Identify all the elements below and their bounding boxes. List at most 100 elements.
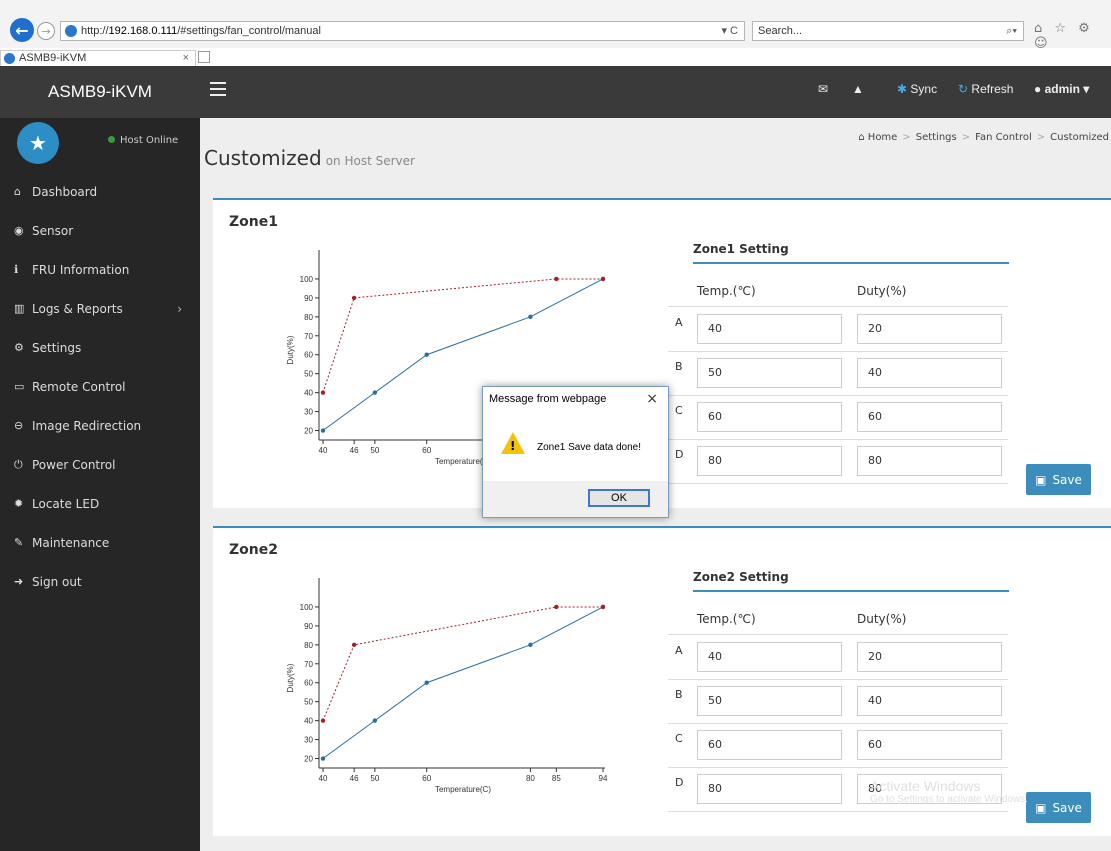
hamburger-menu-icon[interactable] [210,82,226,96]
dialog-footer: OK [483,481,668,517]
sidebar-item-label: Sensor [32,223,74,238]
series-point [351,642,357,648]
breadcrumb: ⌂ Home > Settings > Fan Control > Customized [858,132,1109,143]
sidebar-item-logs-reports[interactable]: ▥ Logs & Reports › [0,289,200,328]
sidebar-item-fru-information[interactable]: ℹ FRU Information [0,250,200,289]
browser-tab[interactable]: ASMB9-iKVM × [0,50,196,66]
temp-input[interactable]: 40 [697,314,842,344]
gear-icon: ⚙ [14,341,24,354]
user-menu[interactable]: ● admin ▾ [1034,82,1089,96]
sidebar-item-label: Image Redirection [32,418,142,433]
duty-input[interactable]: 80 [857,446,1002,476]
sidebar-item-locate-led[interactable]: ✹ Locate LED [0,484,200,523]
new-tab-button[interactable] [198,51,210,63]
address-row: ← → http://192.168.0.111/#settings/fan_c… [0,18,1111,51]
zone-title: Zone2 [229,542,278,558]
sidebar-item-power-control[interactable]: ⏻ Power Control [0,445,200,484]
sidebar-item-label: Dashboard [32,184,98,199]
breadcrumb-fan-control[interactable]: Fan Control [975,132,1032,143]
star-icon: ★ [29,131,47,155]
forward-button[interactable]: → [37,22,55,40]
x-tick-label: 40 [319,774,328,783]
sidebar-item-remote-control[interactable]: ▭ Remote Control [0,367,200,406]
duty-input[interactable]: 20 [857,314,1002,344]
duty-input[interactable]: 40 [857,686,1002,716]
temp-input[interactable]: 80 [697,446,842,476]
duty-input[interactable]: 20 [857,642,1002,672]
breadcrumb-home[interactable]: Home [868,132,898,143]
temp-input[interactable]: 50 [697,358,842,388]
sidebar-item-settings[interactable]: ⚙ Settings [0,328,200,367]
duty-column-header: Duty(%) [857,284,907,298]
close-icon[interactable]: × [646,391,658,407]
refresh-button[interactable]: ↻ Refresh [958,82,1013,96]
chevron-right-icon: › [177,301,182,316]
save-label: Save [1052,472,1082,487]
breadcrumb-customized: Customized [1050,132,1109,143]
address-bar[interactable]: http://192.168.0.111/#settings/fan_contr… [60,21,745,41]
x-tick-label: 60 [422,774,431,783]
temp-input[interactable]: 60 [697,730,842,760]
y-tick-label: 60 [304,679,313,688]
brand-title[interactable]: ASMB9-iKVM [0,66,200,118]
row-letter: A [675,316,683,329]
duty-input[interactable]: 60 [857,402,1002,432]
series-point [600,604,606,610]
envelope-icon[interactable]: ✉ [818,82,828,96]
ok-button[interactable]: OK [588,489,650,507]
close-tab-icon[interactable]: × [183,51,189,65]
y-tick-label: 40 [304,717,313,726]
disk-icon: ⊖ [14,419,24,432]
temp-input[interactable]: 80 [697,774,842,804]
row-divider [668,306,1008,307]
browser-toolbar-icons[interactable]: ⌂ ☆ ⚙ ☺ [1034,21,1111,51]
user-panel: ★ Host Online [0,118,200,172]
series-point [600,276,606,282]
temp-input[interactable]: 50 [697,686,842,716]
temp-input[interactable]: 40 [697,642,842,672]
url-tools[interactable]: ▾ C [721,22,738,40]
sync-button[interactable]: ✱ Sync [897,82,937,96]
bar-chart-icon: ▥ [14,302,25,315]
user-name: admin [1044,82,1080,96]
power-icon: ⏻ [14,457,23,471]
sidebar-item-label: Maintenance [32,535,110,550]
back-button[interactable]: ← [10,18,34,42]
search-input[interactable]: Search... ⌕▾ [752,21,1024,41]
sidebar-item-maintenance[interactable]: ✎ Maintenance [0,523,200,562]
save-button[interactable]: ▣ Save [1026,464,1091,495]
sidebar-item-image-redirection[interactable]: ⊖ Image Redirection [0,406,200,445]
row-divider [668,634,1008,635]
sidebar-item-sign-out[interactable]: ➜ Sign out [0,562,200,601]
temp-input[interactable]: 60 [697,402,842,432]
warning-mark: ! [510,439,516,453]
x-tick-label: 85 [552,774,561,783]
sidebar-item-label: FRU Information [32,262,130,277]
ie-icon [4,53,15,64]
sync-icon: ✱ [897,82,908,96]
temp-column-header: Temp.(℃) [697,284,756,298]
search-icon[interactable]: ⌕▾ [1006,22,1017,40]
sidebar-item-sensor[interactable]: ◉ Sensor [0,211,200,250]
url-path: /#settings/fan_control/manual [177,25,321,37]
duty-input[interactable]: 40 [857,358,1002,388]
signout-icon: ➜ [14,575,24,588]
fan-curve-chart: 20 30 40 50 60 70 80 90 100 40 46 50 60 80 85 94 Tempera… [286,578,608,794]
sidebar-item-label: Logs & Reports [32,301,123,316]
host-status-label: Host Online [120,135,179,146]
url-prefix: http:// [81,25,109,37]
row-letter: A [675,644,683,657]
dialog-title: Message from webpage [489,393,607,405]
x-tick-label: 46 [350,774,359,783]
duty-column-header: Duty(%) [857,612,907,626]
breadcrumb-settings[interactable]: Settings [916,132,957,143]
duty-input[interactable]: 60 [857,730,1002,760]
dialog-message: Zone1 Save data done! [537,442,641,453]
x-tick-label: 46 [350,446,359,455]
warning-icon[interactable]: ▲ [852,82,864,96]
row-letter: C [675,732,683,745]
sidebar-item-dashboard[interactable]: ⌂ Dashboard [0,172,200,211]
browser-chrome: — ▢ × ← → http://192.168.0.111/#settings… [0,0,1111,66]
y-axis-label: Duty(%) [286,663,295,692]
save-button[interactable]: ▣ Save [1026,792,1091,823]
